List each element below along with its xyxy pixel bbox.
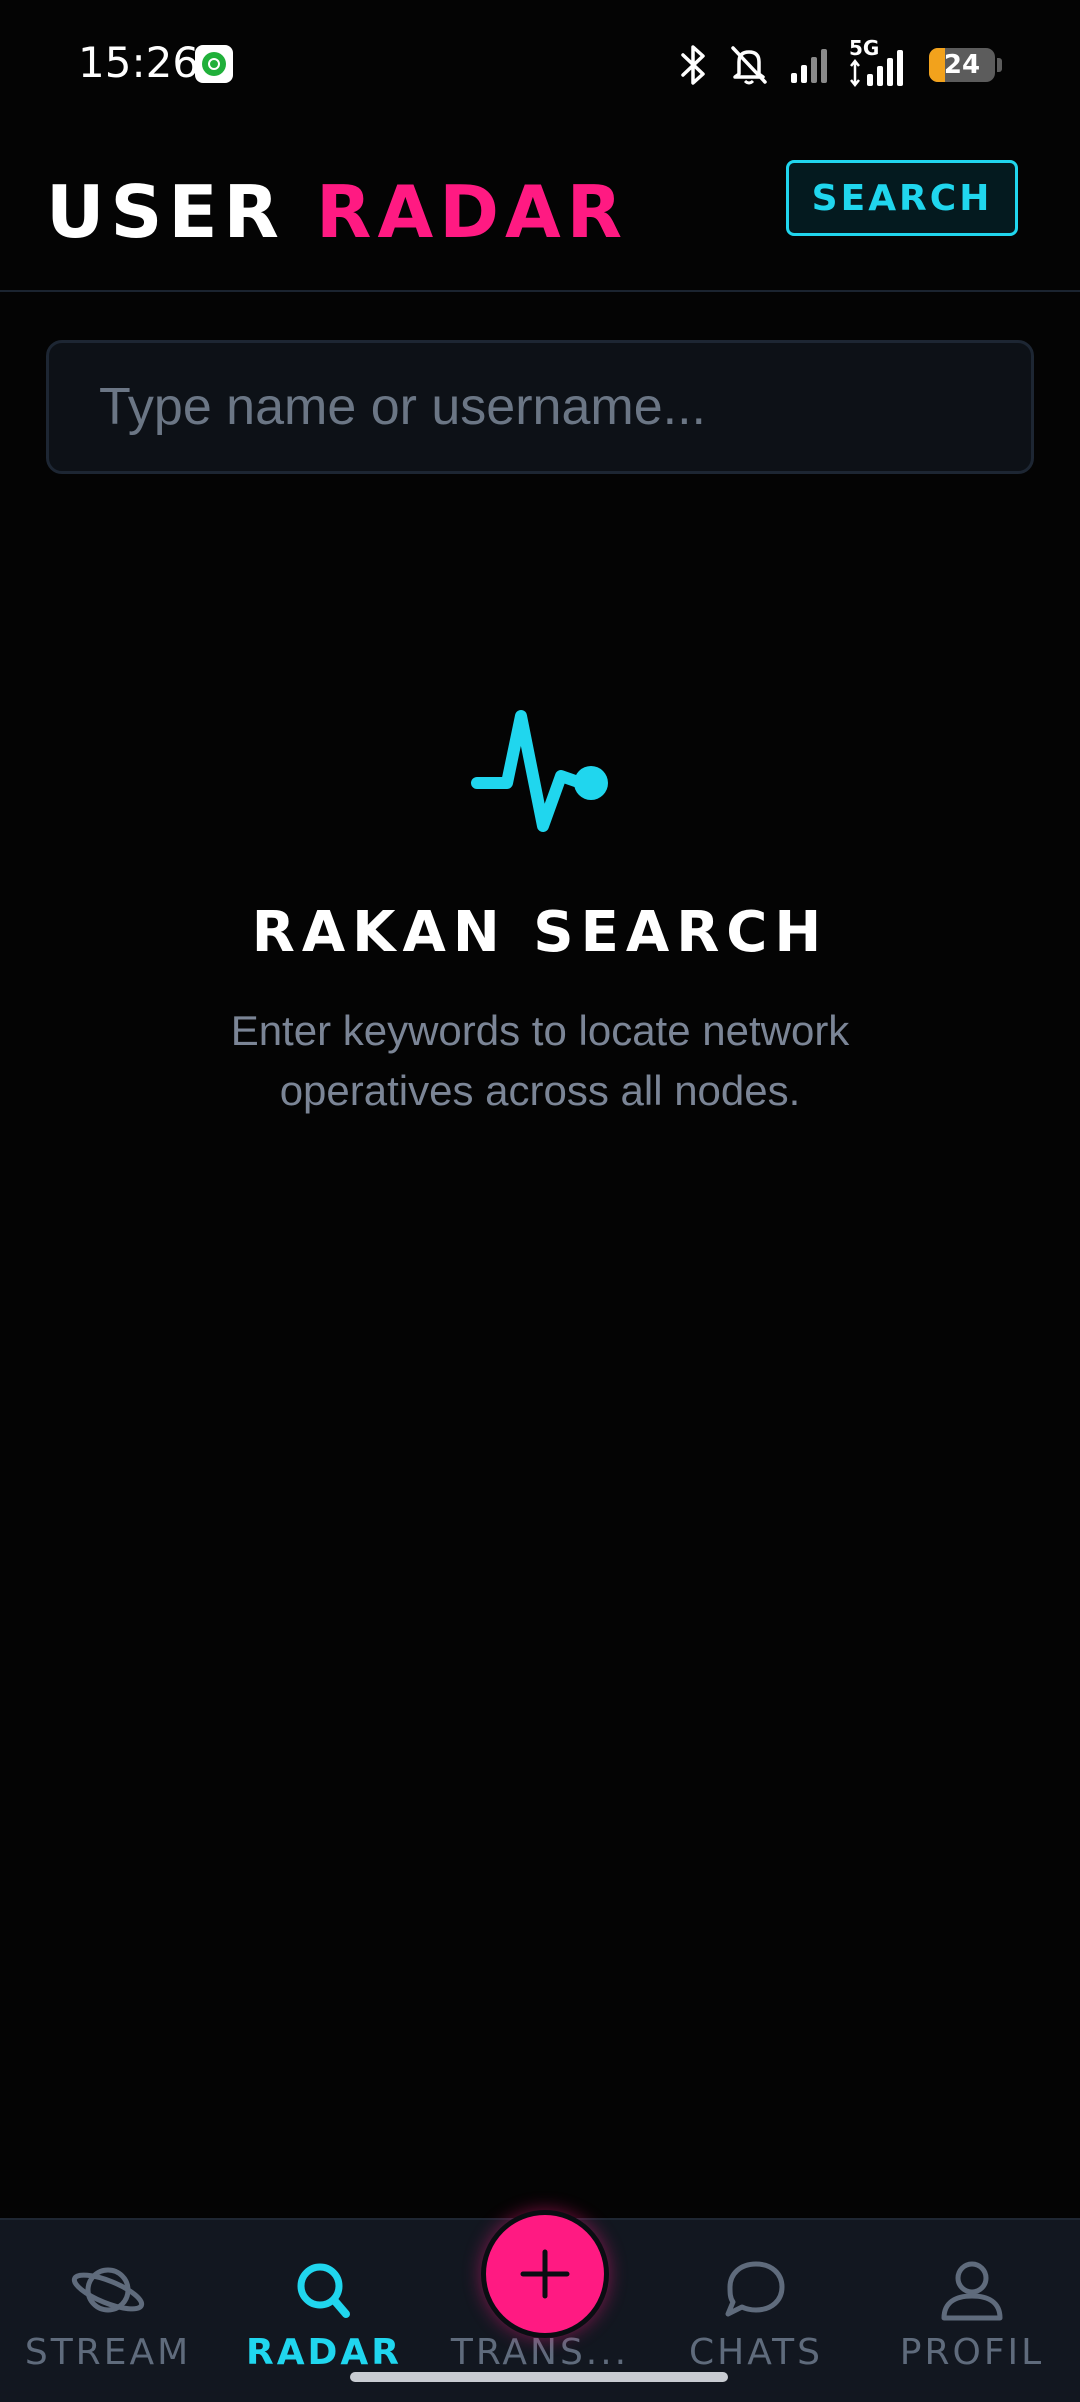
nav-item-radar[interactable]: RADAR — [216, 2258, 432, 2373]
nav-item-chats[interactable]: CHATS — [648, 2258, 864, 2373]
nav-label: PROFIL — [899, 2332, 1045, 2373]
chat-bubble-icon — [725, 2261, 785, 2317]
nav-label: TRANS... — [450, 2332, 630, 2373]
battery-tip — [997, 58, 1002, 72]
nav-label: RADAR — [245, 2332, 403, 2373]
signal-icon — [791, 49, 827, 83]
nav-item-stream[interactable]: STREAM — [0, 2258, 216, 2373]
pulse-icon — [471, 710, 608, 832]
signal-5g-icon: 5G — [849, 36, 911, 88]
title-radar: RADAR — [316, 170, 629, 254]
empty-state-description: Enter keywords to locate network operati… — [230, 1007, 850, 1114]
empty-state-title: RAKAN SEARCH — [251, 900, 829, 965]
app-header: USER RADAR SEARCH — [0, 130, 1080, 292]
empty-state: RAKAN SEARCH Enter keywords to locate ne… — [0, 700, 1080, 1121]
planet-icon — [71, 2267, 145, 2313]
status-icons: 5G 24 — [679, 36, 1002, 90]
page-title: USER RADAR — [46, 170, 628, 254]
status-time: 15:26 — [78, 38, 200, 87]
search-input[interactable] — [46, 340, 1034, 474]
bluetooth-icon — [681, 45, 705, 85]
notification-app-icon — [195, 45, 233, 83]
nav-item-profile[interactable]: PROFIL — [864, 2258, 1080, 2373]
nav-label: STREAM — [24, 2332, 192, 2373]
user-icon — [941, 2261, 1003, 2321]
bell-muted-icon — [731, 46, 767, 85]
search-icon — [297, 2263, 350, 2318]
nav-label: CHATS — [689, 2332, 823, 2373]
search-button[interactable]: SEARCH — [786, 160, 1018, 236]
add-transmission-button[interactable] — [481, 2210, 609, 2338]
status-bar: 15:26 5G 24 — [0, 0, 1080, 130]
plus-icon — [520, 2249, 570, 2299]
battery-level: 24 — [943, 50, 981, 80]
gesture-bar[interactable] — [350, 2372, 728, 2382]
battery-icon: 24 — [929, 48, 995, 82]
title-user: USER — [46, 170, 285, 254]
